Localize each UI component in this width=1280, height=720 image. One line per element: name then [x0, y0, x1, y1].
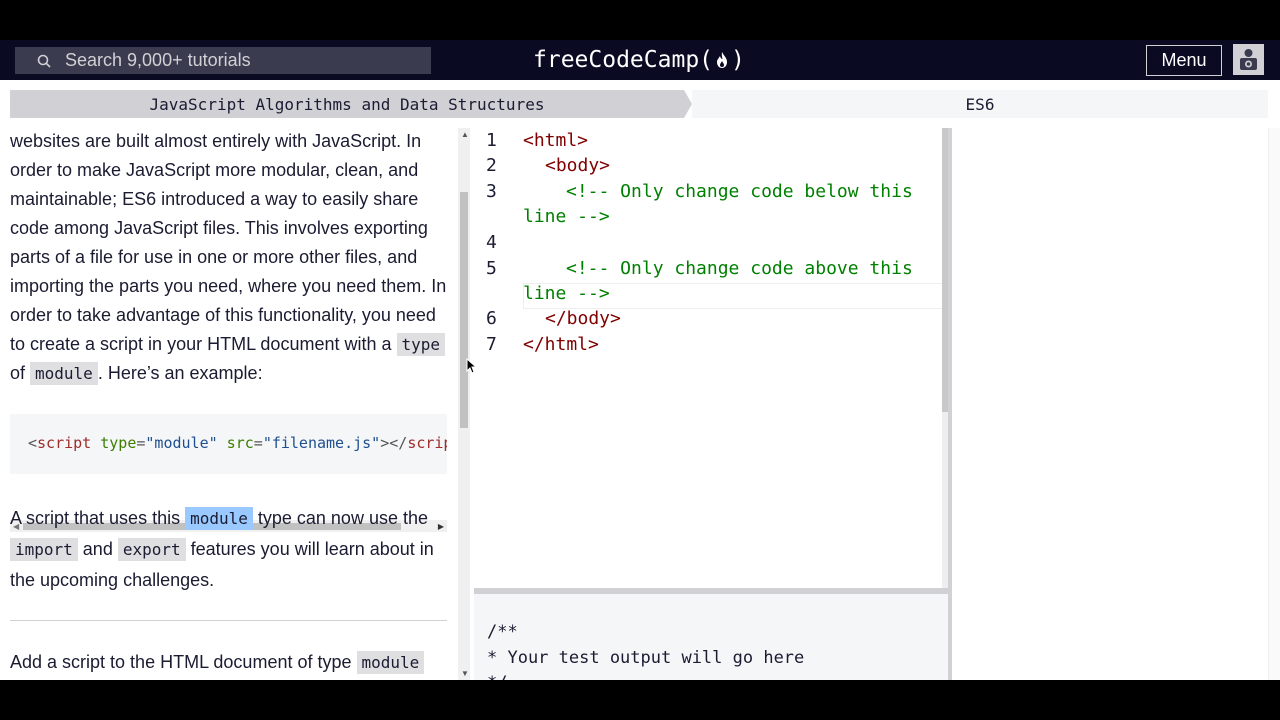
- code-token: =: [253, 434, 263, 452]
- inline-code-export: export: [117, 538, 186, 561]
- description-text: and: [77, 539, 118, 559]
- user-avatar-icon: [1234, 45, 1263, 74]
- flame-icon: [717, 52, 728, 68]
- inline-code-import: import: [10, 538, 78, 561]
- description-paragraph: A script that uses this module type can …: [10, 503, 450, 595]
- breadcrumb-block[interactable]: ES6: [692, 90, 1268, 118]
- code-line[interactable]: </html>: [523, 334, 599, 355]
- screen: freeCodeCamp( ) Menu JavaScript Algorith…: [0, 40, 1280, 680]
- brand-logo[interactable]: freeCodeCamp( ): [533, 44, 745, 76]
- line-number: 4: [486, 232, 497, 253]
- line-number: 2: [486, 155, 497, 176]
- code-editor[interactable]: 1 2 3 4 5 6 7 <html> <body> <!-- Only ch…: [474, 128, 948, 588]
- code-token: src: [217, 434, 254, 452]
- test-output-console: /** * Your test output will go here */: [474, 594, 948, 680]
- description-text: of: [10, 363, 31, 383]
- code-token: <: [28, 434, 38, 452]
- code-comment[interactable]: <!-- Only change code below this: [566, 181, 913, 202]
- line-number: 6: [486, 308, 497, 329]
- code-line[interactable]: <body>: [545, 155, 610, 176]
- description-text: A script that uses this: [10, 508, 186, 528]
- console-output: /** * Your test output will go here */: [487, 622, 805, 680]
- code-line[interactable]: </body>: [545, 308, 621, 329]
- mouse-cursor-icon: [466, 358, 476, 374]
- instructions-text: Add a script to the HTML document of typ…: [10, 652, 357, 672]
- line-number: 1: [486, 130, 497, 151]
- instructions-scrollbar[interactable]: ▲ ▼: [458, 128, 470, 680]
- description-text: . Here’s an example:: [97, 363, 263, 383]
- challenge-instructions: Add a script to the HTML document of typ…: [10, 647, 450, 678]
- example-code-block[interactable]: <script type="module" src="filename.js">…: [10, 414, 447, 474]
- code-token: script: [407, 434, 447, 452]
- breadcrumb-superblock[interactable]: JavaScript Algorithms and Data Structure…: [10, 90, 684, 118]
- menu-button[interactable]: Menu: [1146, 45, 1222, 76]
- scrollbar-thumb[interactable]: [460, 192, 468, 428]
- preview-pane: [952, 128, 1280, 680]
- description-text: type can now use the: [252, 508, 428, 528]
- scroll-down-icon[interactable]: ▼: [461, 669, 469, 678]
- brand-text-left: freeCodeCamp(: [533, 47, 714, 73]
- line-number: 3: [486, 181, 497, 202]
- scroll-up-icon[interactable]: ▲: [461, 130, 469, 139]
- search-input[interactable]: [65, 50, 405, 71]
- breadcrumb: JavaScript Algorithms and Data Structure…: [0, 80, 1280, 128]
- code-comment[interactable]: line -->: [523, 283, 610, 304]
- code-token: ></: [380, 434, 408, 452]
- top-nav: freeCodeCamp( ) Menu: [0, 40, 1280, 80]
- search-icon: [37, 54, 51, 68]
- section-divider: [10, 620, 447, 621]
- line-number: 5: [486, 258, 497, 279]
- code-comment[interactable]: <!-- Only change code above this: [566, 258, 913, 279]
- inline-code-module-selected: module: [185, 507, 253, 530]
- preview-scrollbar[interactable]: [1268, 128, 1280, 680]
- code-line[interactable]: <html>: [523, 130, 588, 151]
- line-number: 7: [486, 334, 497, 355]
- code-token: script: [37, 434, 92, 452]
- breadcrumb-arrow: [684, 90, 692, 118]
- description-text: websites are built almost entirely with …: [10, 131, 447, 354]
- brand-text-right: ): [731, 47, 745, 73]
- description-paragraph: websites are built almost entirely with …: [10, 128, 450, 388]
- code-token: "module": [145, 434, 218, 452]
- avatar[interactable]: [1233, 44, 1264, 75]
- inline-code-type: type: [396, 333, 446, 356]
- code-comment[interactable]: line -->: [523, 206, 610, 227]
- example-code: <script type="module" src="filename.js">…: [28, 434, 447, 452]
- search-bar[interactable]: [15, 47, 431, 74]
- code-token: type: [91, 434, 137, 452]
- inline-code-module: module: [30, 362, 98, 385]
- inline-code-module: module: [356, 651, 425, 674]
- instructions-panel: websites are built almost entirely with …: [0, 128, 470, 680]
- code-token: "filename.js": [262, 434, 381, 452]
